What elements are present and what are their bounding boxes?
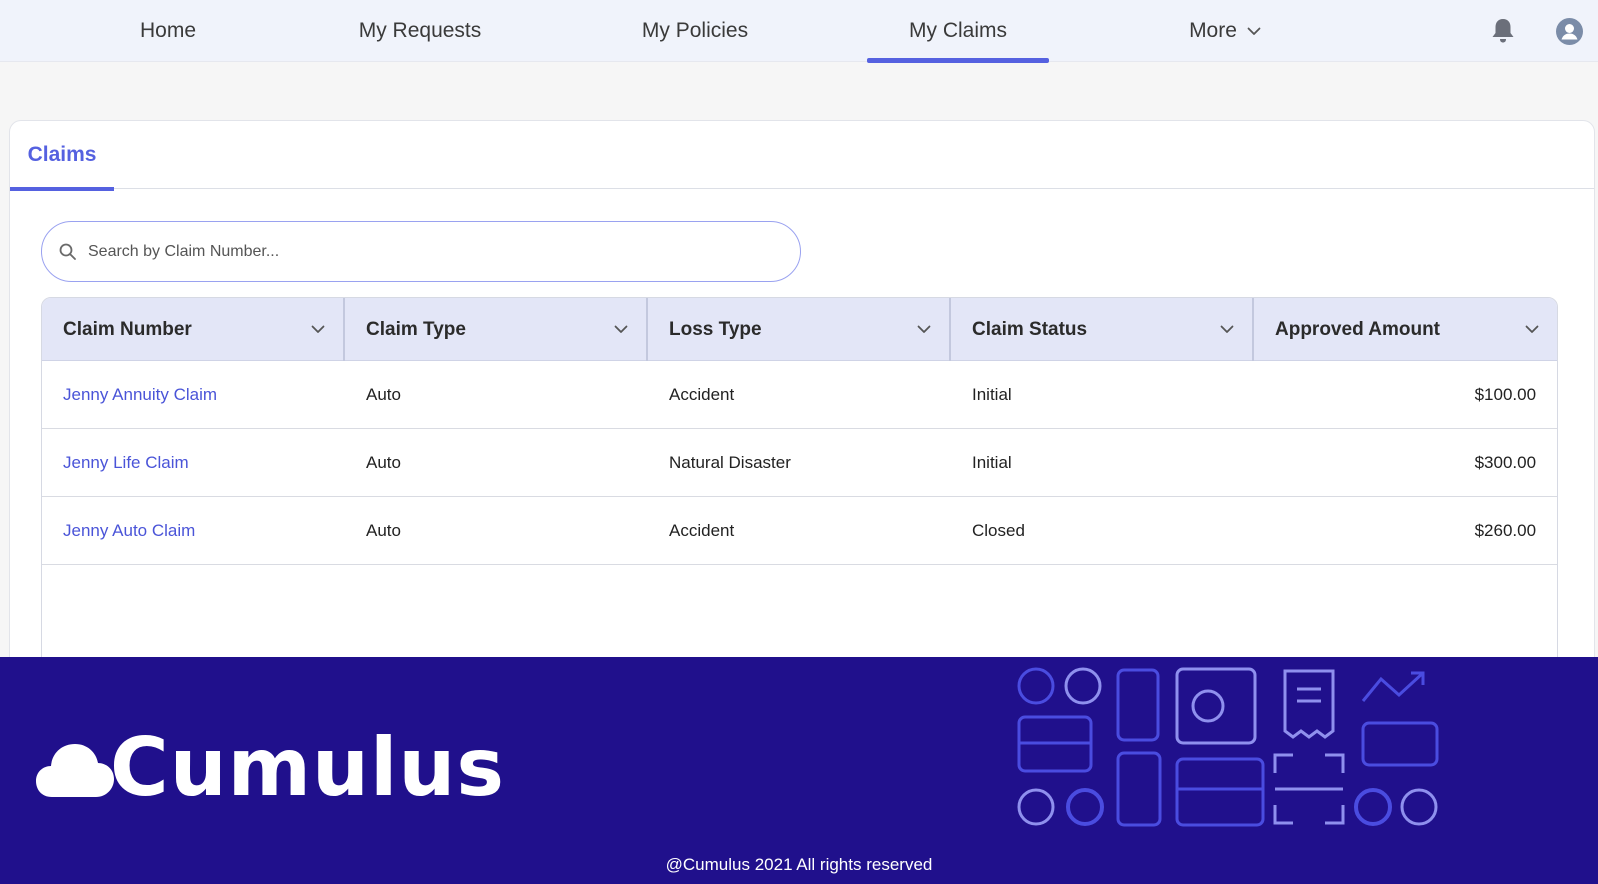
chevron-down-icon[interactable] bbox=[1525, 322, 1539, 336]
tab-claims-label: Claims bbox=[27, 143, 97, 166]
brand-name: Cumulus bbox=[110, 721, 505, 814]
column-header-label: Claim Type bbox=[366, 318, 466, 340]
tab-claims[interactable]: Claims bbox=[10, 121, 114, 191]
table-header: Claim Number Claim Type Loss Type Claim … bbox=[42, 298, 1557, 361]
column-header-label: Approved Amount bbox=[1275, 318, 1441, 340]
column-header-label: Claim Status bbox=[972, 318, 1088, 340]
card-tab-bar: Claims bbox=[10, 121, 1594, 191]
claim-status-cell: Initial bbox=[972, 384, 1012, 404]
search-input[interactable] bbox=[88, 242, 768, 261]
nav-home[interactable]: Home bbox=[118, 0, 218, 62]
column-header-claim-status[interactable]: Claim Status bbox=[951, 298, 1254, 361]
copyright-text: @Cumulus 2021 All rights reserved bbox=[665, 855, 933, 874]
chevron-down-icon[interactable] bbox=[311, 322, 325, 336]
chevron-down-icon[interactable] bbox=[917, 322, 931, 336]
table-row: Jenny Auto Claim Auto Accident Closed $2… bbox=[42, 497, 1557, 565]
nav-home-label: Home bbox=[139, 19, 197, 42]
user-avatar-icon[interactable] bbox=[1556, 18, 1583, 45]
approved-amount-cell: $260.00 bbox=[1474, 520, 1537, 540]
site-footer: Cumulus @Cumulus 2021 All rights reserve… bbox=[0, 657, 1598, 884]
nav-my-claims-label: My Claims bbox=[909, 19, 1007, 42]
table-row: Jenny Life Claim Auto Natural Disaster I… bbox=[42, 429, 1557, 497]
top-navigation: Home My Requests My Policies My Claims M… bbox=[0, 0, 1598, 63]
chevron-down-icon[interactable] bbox=[1220, 322, 1234, 336]
bell-icon[interactable] bbox=[1490, 17, 1516, 45]
chevron-down-icon bbox=[1247, 27, 1261, 35]
search-box bbox=[41, 221, 801, 282]
nav-my-claims[interactable]: My Claims bbox=[867, 0, 1049, 63]
decorative-icons-pattern bbox=[1017, 667, 1439, 827]
claim-type-cell: Auto bbox=[366, 384, 401, 404]
column-header-loss-type[interactable]: Loss Type bbox=[648, 298, 951, 361]
claim-status-cell: Initial bbox=[972, 452, 1012, 472]
column-header-claim-type[interactable]: Claim Type bbox=[345, 298, 648, 361]
search-icon bbox=[59, 243, 76, 260]
claim-type-cell: Auto bbox=[366, 452, 401, 472]
claim-type-cell: Auto bbox=[366, 520, 401, 540]
claim-status-cell: Closed bbox=[972, 520, 1025, 540]
column-header-approved-amount[interactable]: Approved Amount bbox=[1254, 298, 1557, 361]
approved-amount-cell: $300.00 bbox=[1474, 452, 1537, 472]
nav-more-label: More bbox=[1189, 19, 1237, 42]
brand-logo: Cumulus bbox=[34, 717, 505, 814]
claims-card: Claims Claim Number Claim Type Loss Type… bbox=[9, 120, 1595, 740]
loss-type-cell: Accident bbox=[669, 520, 735, 540]
column-header-claim-number[interactable]: Claim Number bbox=[42, 298, 345, 361]
nav-my-policies[interactable]: My Policies bbox=[630, 0, 760, 62]
column-header-label: Loss Type bbox=[669, 318, 762, 340]
loss-type-cell: Accident bbox=[669, 384, 735, 404]
nav-my-requests[interactable]: My Requests bbox=[350, 0, 490, 62]
nav-my-requests-label: My Requests bbox=[358, 19, 482, 42]
table-row: Jenny Annuity Claim Auto Accident Initia… bbox=[42, 361, 1557, 429]
approved-amount-cell: $100.00 bbox=[1474, 384, 1537, 404]
loss-type-cell: Natural Disaster bbox=[669, 452, 791, 472]
nav-my-policies-label: My Policies bbox=[641, 19, 749, 42]
column-header-label: Claim Number bbox=[63, 318, 192, 340]
claim-number-link[interactable]: Jenny Life Claim bbox=[42, 429, 345, 496]
nav-more[interactable]: More bbox=[1160, 0, 1290, 62]
claim-number-link[interactable]: Jenny Auto Claim bbox=[42, 497, 345, 564]
chevron-down-icon[interactable] bbox=[614, 322, 628, 336]
claim-number-link[interactable]: Jenny Annuity Claim bbox=[42, 361, 345, 428]
